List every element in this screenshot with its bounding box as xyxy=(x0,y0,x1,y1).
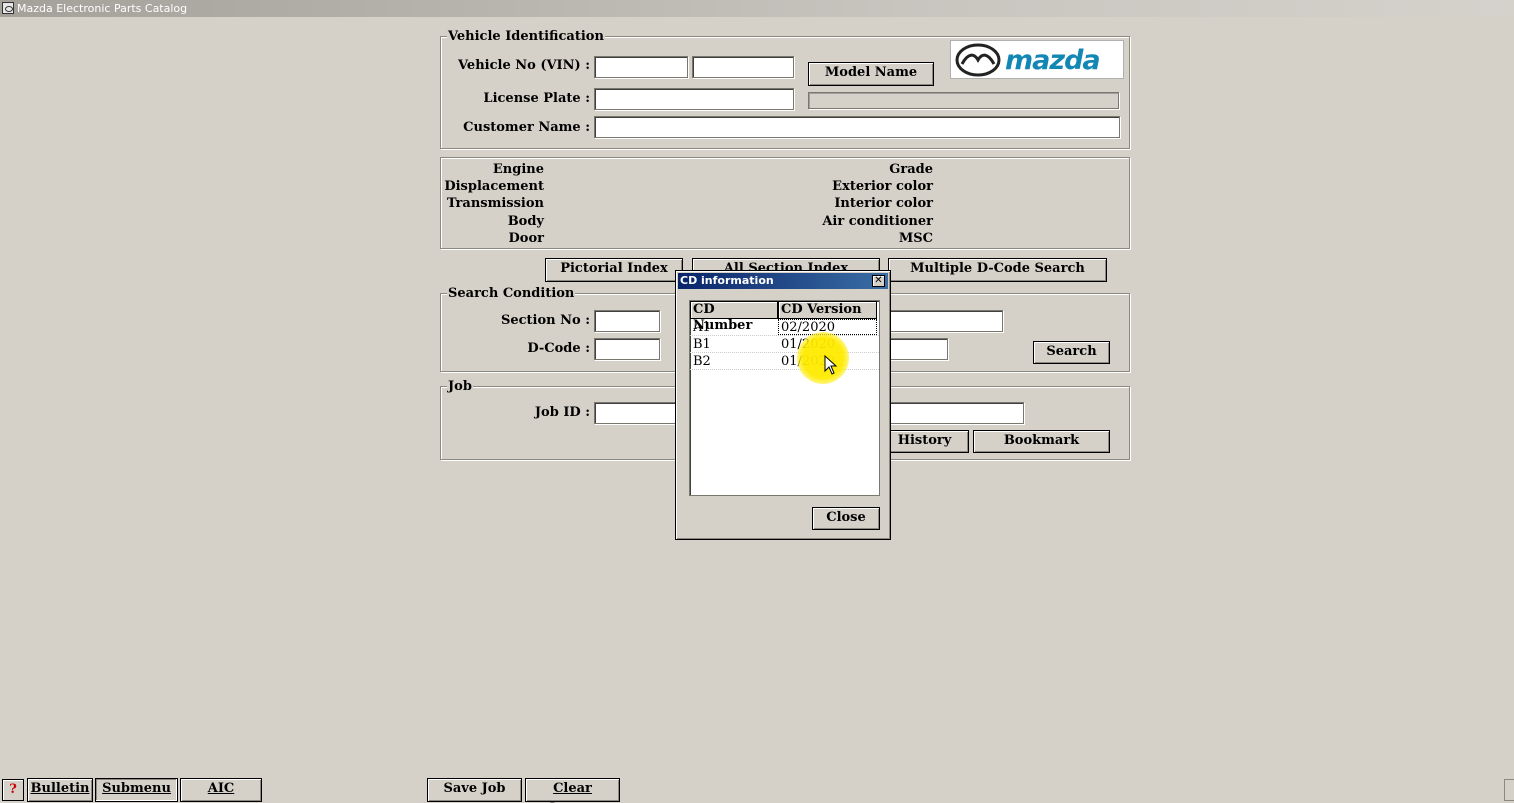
spec-msc: MSC xyxy=(898,231,933,246)
cd-version-cell: 02/2020 xyxy=(778,319,877,335)
mazda-logo: mazda xyxy=(950,40,1124,79)
column-header-cd-version[interactable]: CD Version xyxy=(778,301,877,319)
cd-information-dialog: CD information ✕ CD Number CD Version A1… xyxy=(675,270,891,540)
spec-exterior-color: Exterior color xyxy=(832,179,933,194)
table-row[interactable]: A1 02/2020 xyxy=(690,319,879,336)
search-condition-title: Search Condition xyxy=(447,286,576,301)
cd-list-header: CD Number CD Version xyxy=(690,301,879,333)
dcode-name-field[interactable] xyxy=(885,338,948,360)
bookmark-button[interactable]: Bookmark xyxy=(973,430,1110,453)
help-icon[interactable]: ? xyxy=(2,779,24,801)
spec-interior-color: Interior color xyxy=(834,196,933,211)
customer-name-field[interactable] xyxy=(594,116,1120,138)
clear-screen-button[interactable]: Clear Screen xyxy=(525,778,620,803)
table-row[interactable]: B2 01/2020 xyxy=(690,353,879,370)
job-id-label: Job ID : xyxy=(534,405,590,420)
mazda-wordmark: mazda xyxy=(1005,45,1101,76)
model-name-field xyxy=(808,92,1119,109)
window-title: Mazda Electronic Parts Catalog xyxy=(17,2,188,15)
dcode-field[interactable] xyxy=(594,338,660,360)
app-icon xyxy=(2,2,14,14)
dcode-label: D-Code : xyxy=(527,341,590,356)
spec-air-conditioner: Air conditioner xyxy=(822,214,933,229)
spec-transmission: Transmission xyxy=(446,196,544,211)
cd-number-cell: A1 xyxy=(693,320,711,335)
license-plate-field[interactable] xyxy=(594,88,794,110)
spec-displacement: Displacement xyxy=(444,179,544,194)
section-no-field[interactable] xyxy=(594,310,660,332)
spec-engine: Engine xyxy=(492,162,544,177)
cd-number-cell: B2 xyxy=(693,354,711,369)
dialog-title: CD information xyxy=(680,274,774,287)
vin-field-2[interactable] xyxy=(692,56,794,78)
vin-field-1[interactable] xyxy=(594,56,688,78)
spec-door: Door xyxy=(508,231,544,246)
dialog-titlebar: CD information ✕ xyxy=(678,273,888,289)
cd-list[interactable]: CD Number CD Version A1 02/2020 B1 01/20… xyxy=(689,300,880,496)
submenu-button[interactable]: Submenu xyxy=(95,778,178,802)
window-titlebar: Mazda Electronic Parts Catalog xyxy=(0,0,1514,17)
license-plate-label: License Plate : xyxy=(483,91,590,106)
history-button[interactable]: History xyxy=(880,430,969,453)
cd-version-cell: 01/2020 xyxy=(781,337,836,352)
bulletin-button[interactable]: Bulletin xyxy=(27,778,93,802)
mazda-emblem-icon xyxy=(955,43,1001,77)
bottom-right-edge xyxy=(1504,779,1514,801)
multiple-dcode-search-button[interactable]: Multiple D-Code Search xyxy=(888,258,1107,282)
dialog-close-button[interactable]: Close xyxy=(812,507,880,530)
table-row[interactable]: B1 01/2020 xyxy=(690,336,879,353)
section-name-field[interactable] xyxy=(885,310,1003,332)
vin-label: Vehicle No (VIN) : xyxy=(458,58,590,73)
pictorial-index-button[interactable]: Pictorial Index xyxy=(545,258,683,282)
spec-grade: Grade xyxy=(889,162,933,177)
close-icon[interactable]: ✕ xyxy=(872,275,885,287)
customer-name-label: Customer Name : xyxy=(463,120,590,135)
column-header-cd-number[interactable]: CD Number xyxy=(690,301,778,333)
job-title: Job xyxy=(447,379,473,394)
model-name-button[interactable]: Model Name xyxy=(808,62,934,86)
search-button[interactable]: Search xyxy=(1033,341,1110,364)
spec-body: Body xyxy=(507,214,544,229)
vehicle-identification-title: Vehicle Identification xyxy=(447,29,605,44)
save-job-button[interactable]: Save Job xyxy=(427,778,522,802)
aic-button[interactable]: AIC xyxy=(180,778,262,802)
cd-version-cell: 01/2020 xyxy=(781,354,836,369)
cd-number-cell: B1 xyxy=(693,337,711,352)
section-no-label: Section No : xyxy=(500,313,590,328)
